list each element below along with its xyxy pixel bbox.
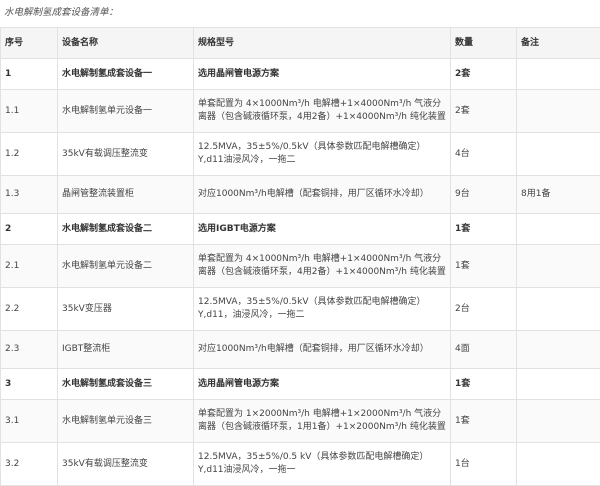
header-no: 序号	[1, 28, 58, 59]
cell-qty: 1台	[451, 443, 517, 486]
cell-note	[517, 90, 600, 133]
table-header-row: 序号 设备名称 规格型号 数量 备注	[1, 28, 600, 59]
cell-no: 1.2	[1, 133, 58, 176]
table-row: 3.1水电解制氢单元设备三单套配置为 1×2000Nm³/h 电解槽+1×200…	[1, 400, 600, 443]
group-row: 1水电解制氢成套设备一选用晶闸管电源方案2套	[1, 59, 600, 90]
cell-spec: 对应1000Nm³/h电解槽（配套铜排，用厂区循环水冷却）	[194, 331, 451, 369]
cell-no: 1.3	[1, 176, 58, 214]
cell-no: 1	[1, 59, 58, 90]
cell-spec: 选用晶闸管电源方案	[194, 59, 451, 90]
cell-name: IGBT整流柜	[58, 331, 194, 369]
table-row: 3.235kV有载调压整流变12.5MVA，35±5%/0.5 kV（具体参数匹…	[1, 443, 600, 486]
cell-no: 3.1	[1, 400, 58, 443]
cell-name: 35kV有载调压整流变	[58, 133, 194, 176]
cell-name: 水电解制氢单元设备一	[58, 90, 194, 133]
group-row: 2水电解制氢成套设备二选用IGBT电源方案1套	[1, 214, 600, 245]
cell-spec: 单套配置为 1×2000Nm³/h 电解槽+1×2000Nm³/h 气液分离器（…	[194, 400, 451, 443]
cell-qty: 9台	[451, 176, 517, 214]
header-note: 备注	[517, 28, 600, 59]
cell-spec: 12.5MVA，35±5%/0.5kV（具体参数匹配电解槽确定） Y,d11，油…	[194, 288, 451, 331]
cell-note	[517, 369, 600, 400]
header-qty: 数量	[451, 28, 517, 59]
cell-name: 水电解制氢单元设备二	[58, 245, 194, 288]
cell-note: 8用1备	[517, 176, 600, 214]
cell-no: 2.2	[1, 288, 58, 331]
cell-qty: 2台	[451, 288, 517, 331]
table-body: 1水电解制氢成套设备一选用晶闸管电源方案2套1.1水电解制氢单元设备一单套配置为…	[1, 59, 600, 486]
cell-qty: 2套	[451, 59, 517, 90]
cell-note	[517, 443, 600, 486]
cell-name: 35kV有载调压整流变	[58, 443, 194, 486]
cell-spec: 12.5MVA，35±5%/0.5kV（具体参数匹配电解槽确定） Y,d11油浸…	[194, 133, 451, 176]
cell-spec: 对应1000Nm³/h电解槽（配套铜排，用厂区循环水冷却）	[194, 176, 451, 214]
cell-qty: 2套	[451, 90, 517, 133]
cell-qty: 1套	[451, 400, 517, 443]
cell-note	[517, 288, 600, 331]
table-row: 1.3晶闸管整流装置柜对应1000Nm³/h电解槽（配套铜排，用厂区循环水冷却）…	[1, 176, 600, 214]
cell-spec: 选用晶闸管电源方案	[194, 369, 451, 400]
cell-spec: 单套配置为 4×1000Nm³/h 电解槽+1×4000Nm³/h 气液分离器（…	[194, 90, 451, 133]
table-row: 1.235kV有载调压整流变12.5MVA，35±5%/0.5kV（具体参数匹配…	[1, 133, 600, 176]
cell-note	[517, 133, 600, 176]
table-row: 2.3IGBT整流柜对应1000Nm³/h电解槽（配套铜排，用厂区循环水冷却）4…	[1, 331, 600, 369]
table-row: 2.235kV变压器12.5MVA，35±5%/0.5kV（具体参数匹配电解槽确…	[1, 288, 600, 331]
cell-no: 2.3	[1, 331, 58, 369]
cell-spec: 单套配置为 4×1000Nm³/h 电解槽+1×4000Nm³/h 气液分离器（…	[194, 245, 451, 288]
cell-note	[517, 214, 600, 245]
table-caption: 水电解制氢成套设备清单：	[4, 4, 118, 18]
cell-name: 水电解制氢成套设备一	[58, 59, 194, 90]
cell-no: 1.1	[1, 90, 58, 133]
table-row: 2.1水电解制氢单元设备二单套配置为 4×1000Nm³/h 电解槽+1×400…	[1, 245, 600, 288]
cell-qty: 4台	[451, 133, 517, 176]
cell-name: 晶闸管整流装置柜	[58, 176, 194, 214]
cell-qty: 1套	[451, 369, 517, 400]
table-row: 1.1水电解制氢单元设备一单套配置为 4×1000Nm³/h 电解槽+1×400…	[1, 90, 600, 133]
cell-qty: 1套	[451, 245, 517, 288]
cell-name: 水电解制氢单元设备三	[58, 400, 194, 443]
cell-spec: 选用IGBT电源方案	[194, 214, 451, 245]
cell-no: 3.2	[1, 443, 58, 486]
cell-qty: 4面	[451, 331, 517, 369]
cell-name: 35kV变压器	[58, 288, 194, 331]
cell-note	[517, 59, 600, 90]
cell-name: 水电解制氢成套设备二	[58, 214, 194, 245]
cell-no: 2	[1, 214, 58, 245]
equipment-table: 序号 设备名称 规格型号 数量 备注 1水电解制氢成套设备一选用晶闸管电源方案2…	[0, 27, 600, 486]
cell-spec: 12.5MVA，35±5%/0.5 kV（具体参数匹配电解槽确定） Y,d11油…	[194, 443, 451, 486]
cell-note	[517, 331, 600, 369]
group-row: 3水电解制氢成套设备三选用晶闸管电源方案1套	[1, 369, 600, 400]
cell-name: 水电解制氢成套设备三	[58, 369, 194, 400]
cell-note	[517, 245, 600, 288]
cell-no: 2.1	[1, 245, 58, 288]
cell-no: 3	[1, 369, 58, 400]
header-spec: 规格型号	[194, 28, 451, 59]
cell-note	[517, 400, 600, 443]
cell-qty: 1套	[451, 214, 517, 245]
header-name: 设备名称	[58, 28, 194, 59]
